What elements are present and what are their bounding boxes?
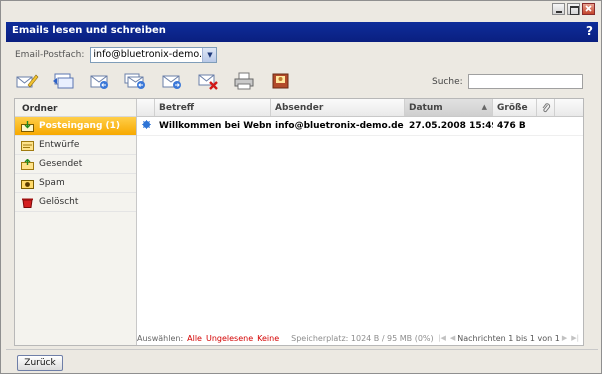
folder-sidebar: Ordner Posteingang (1) Entwürfe Gesendet: [15, 99, 137, 345]
folder-label: Gesendet: [39, 159, 83, 169]
folder-sent[interactable]: Gesendet: [15, 155, 136, 174]
row-date: 27.05.2008 15:49: [409, 121, 493, 131]
back-button[interactable]: Zurück: [17, 355, 63, 371]
window-title: Emails lesen und schreiben: [12, 25, 166, 36]
mailbox-row: Email-Postfach: info@bluetronix-demo.de …: [15, 47, 218, 63]
sort-ascending-icon: ▲: [481, 103, 487, 111]
status-bar: Auswählen: Alle Ungelesene Keine Speiche…: [137, 331, 583, 345]
folder-heading: Ordner: [15, 99, 136, 117]
close-icon[interactable]: [582, 3, 595, 15]
column-sender[interactable]: Absender: [271, 99, 405, 116]
row-size: 476 B: [497, 121, 526, 131]
message-grid: Betreff Absender Datum ▲ Größe Willkomme…: [137, 99, 583, 136]
window-controls: [552, 3, 595, 15]
search-box: Suche:: [432, 74, 583, 89]
unread-indicator-icon: [137, 120, 155, 132]
compose-icon[interactable]: [15, 71, 39, 91]
column-subject[interactable]: Betreff: [155, 99, 271, 116]
reply-icon[interactable]: [87, 71, 111, 91]
select-none-link[interactable]: Keine: [257, 334, 279, 343]
storage-info: Speicherplatz: 1024 B / 95 MB (0%): [291, 333, 434, 343]
last-page-icon[interactable]: ▶|: [571, 334, 579, 342]
mailbox-selected-value: info@bluetronix-demo.de: [93, 49, 214, 60]
prev-page-icon[interactable]: ◀: [450, 334, 455, 342]
folder-label: Entwürfe: [39, 140, 80, 150]
attachment-icon: [541, 103, 551, 116]
column-size[interactable]: Größe: [493, 99, 537, 116]
unread-column-header: [137, 99, 155, 116]
footer: Zurück: [6, 349, 598, 372]
trash-icon: [21, 197, 34, 208]
send-receive-icon[interactable]: [51, 71, 75, 91]
column-attachment[interactable]: [537, 99, 555, 116]
folder-inbox[interactable]: Posteingang (1): [15, 117, 136, 136]
first-page-icon[interactable]: |◀: [438, 334, 446, 342]
drafts-icon: [21, 140, 34, 151]
table-row[interactable]: Willkommen bei Webmail info@bluetronix-d…: [137, 117, 583, 136]
delete-icon[interactable]: [196, 71, 220, 91]
column-date[interactable]: Datum ▲: [405, 99, 493, 116]
app-window: Emails lesen und schreiben ? Email-Postf…: [0, 0, 602, 374]
minimize-icon[interactable]: [552, 3, 565, 15]
row-subject: Willkommen bei Webmail: [159, 121, 271, 131]
sent-icon: [21, 158, 34, 170]
select-all-link[interactable]: Alle: [187, 334, 202, 343]
search-label: Suche:: [432, 76, 463, 87]
mailbox-select[interactable]: info@bluetronix-demo.de ▼: [90, 47, 218, 63]
chevron-down-icon[interactable]: ▼: [202, 48, 217, 62]
folder-spam[interactable]: Spam: [15, 174, 136, 193]
select-label: Auswählen:: [137, 333, 184, 343]
pager-text: Nachrichten 1 bis 1 von 1: [457, 333, 560, 343]
pager: |◀ ◀ Nachrichten 1 bis 1 von 1 ▶ ▶|: [436, 334, 581, 343]
mailbox-label: Email-Postfach:: [15, 50, 85, 60]
folder-drafts[interactable]: Entwürfe: [15, 136, 136, 155]
mail-panel: Ordner Posteingang (1) Entwürfe Gesendet: [14, 98, 584, 346]
folder-trash[interactable]: Gelöscht: [15, 193, 136, 212]
spam-icon: [21, 178, 34, 189]
folder-label: Spam: [39, 178, 65, 188]
address-book-icon[interactable]: [269, 71, 293, 91]
column-date-label: Datum: [409, 103, 443, 113]
inbox-icon: [21, 120, 34, 132]
folder-label: Posteingang (1): [39, 121, 121, 131]
help-icon[interactable]: ?: [586, 24, 593, 38]
forward-icon[interactable]: [160, 71, 184, 91]
row-sender: info@bluetronix-demo.de: [275, 121, 404, 131]
folder-label: Gelöscht: [39, 197, 79, 207]
next-page-icon[interactable]: ▶: [562, 334, 567, 342]
reply-all-icon[interactable]: [123, 71, 147, 91]
select-unread-link[interactable]: Ungelesene: [206, 334, 253, 343]
title-bar: Emails lesen und schreiben ?: [6, 22, 598, 42]
search-input[interactable]: [467, 74, 583, 89]
print-icon[interactable]: [232, 71, 256, 91]
grid-header: Betreff Absender Datum ▲ Größe: [137, 99, 583, 117]
maximize-icon[interactable]: [567, 3, 580, 15]
